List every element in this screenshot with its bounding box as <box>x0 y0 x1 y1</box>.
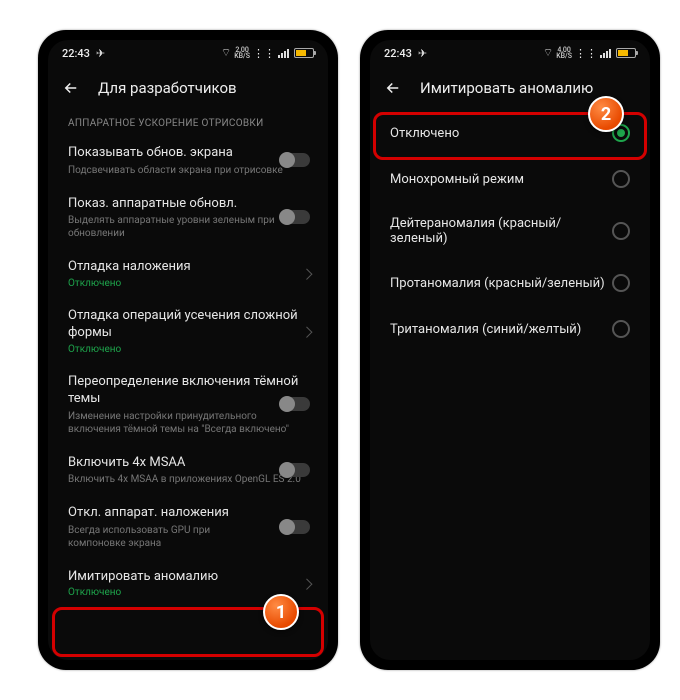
toggle-switch[interactable] <box>280 397 310 411</box>
setting-subtitle: Включить 4x MSAA в приложениях OpenGL ES… <box>68 473 308 486</box>
setting-title: Показывать обнов. экрана <box>68 144 308 162</box>
setting-title: Отладка наложения <box>68 258 308 276</box>
back-icon[interactable] <box>62 79 80 97</box>
setting-title: Включить 4x MSAA <box>68 454 308 472</box>
setting-dark-theme-override[interactable]: Переопределение включения тёмной темы Из… <box>48 364 328 445</box>
option-label: Протаномалия (красный/зеленый) <box>390 276 605 291</box>
option-label: Тританомалия (синий/желтый) <box>390 322 581 337</box>
option-label: Дейтераномалия (красный/зеленый) <box>390 216 612 246</box>
radio-icon <box>612 222 630 240</box>
battery-icon <box>616 48 636 58</box>
setting-debug-overdraw[interactable]: Отладка наложения Отключено <box>48 249 328 298</box>
status-time: 22:43 <box>62 47 90 60</box>
battery-icon <box>294 48 314 58</box>
radio-icon <box>612 274 630 292</box>
telegram-icon: ✈ <box>96 47 105 60</box>
app-bar: Для разработчиков <box>48 66 328 110</box>
option-deuteranomaly[interactable]: Дейтераномалия (красный/зеленый) <box>370 202 650 260</box>
wifi-icon: ⋮⋮ <box>253 47 275 60</box>
wifi-icon: ⋮⋮ <box>575 47 597 60</box>
setting-subtitle: Подсвечивать области экрана при отрисовк… <box>68 164 308 177</box>
screen-right: 22:43 ✈ ⌔ 4,00KB/S ⋮⋮ Имитировать аномал… <box>370 40 650 660</box>
option-tritanomaly[interactable]: Тританомалия (синий/желтый) <box>370 306 650 352</box>
annotation-marker-1: 1 <box>263 594 299 630</box>
radio-icon <box>612 320 630 338</box>
setting-show-hw-updates[interactable]: Показ. аппаратные обновл. Выделять аппар… <box>48 186 328 250</box>
setting-status: Отключено <box>68 344 308 355</box>
setting-subtitle: Всегда использовать GPU при компоновке э… <box>68 524 268 550</box>
status-bar: 22:43 ✈ ⌔ 4,00KB/S ⋮⋮ <box>370 40 650 66</box>
setting-title: Отладка операций усечения сложной формы <box>68 307 308 342</box>
setting-title: Показ. аппаратные обновл. <box>68 195 308 213</box>
signal-icon <box>278 48 289 58</box>
data-speed: 4,00KB/S <box>556 47 572 60</box>
telegram-icon: ✈ <box>418 47 427 60</box>
back-icon[interactable] <box>384 79 402 97</box>
annotation-marker-2: 2 <box>588 96 624 132</box>
setting-status: Отключено <box>68 278 308 289</box>
setting-debug-clip[interactable]: Отладка операций усечения сложной формы … <box>48 298 328 364</box>
setting-show-surface-updates[interactable]: Показывать обнов. экрана Подсвечивать об… <box>48 135 328 186</box>
screen-left: 22:43 ✈ ⌔ 2,00KB/S ⋮⋮ Для разработчиков … <box>48 40 328 660</box>
toggle-switch[interactable] <box>280 210 310 224</box>
page-title: Для разработчиков <box>98 79 237 97</box>
setting-subtitle: Изменение настройки принудительного вклю… <box>68 410 308 436</box>
data-speed: 2,00KB/S <box>234 47 250 60</box>
toggle-switch[interactable] <box>280 463 310 477</box>
section-header: АППАРАТНОЕ УСКОРЕНИЕ ОТРИСОВКИ <box>48 110 328 135</box>
setting-disable-hw-overlays[interactable]: Откл. аппарат. наложения Всегда использо… <box>48 495 328 559</box>
option-monochrome[interactable]: Монохромный режим <box>370 156 650 202</box>
option-label: Монохромный режим <box>390 172 524 187</box>
setting-title: Имитировать аномалию <box>68 568 308 586</box>
bluetooth-icon: ⌔ <box>221 46 231 60</box>
radio-icon <box>612 170 630 188</box>
setting-subtitle: Выделять аппаратные уровни зеленым при о… <box>68 214 308 240</box>
phone-left: 22:43 ✈ ⌔ 2,00KB/S ⋮⋮ Для разработчиков … <box>38 30 338 670</box>
status-time: 22:43 <box>384 47 412 60</box>
signal-icon <box>600 48 611 58</box>
setting-title: Откл. аппарат. наложения <box>68 504 308 522</box>
bluetooth-icon: ⌔ <box>543 46 553 60</box>
toggle-switch[interactable] <box>280 520 310 534</box>
option-protanomaly[interactable]: Протаномалия (красный/зеленый) <box>370 260 650 306</box>
setting-enable-4x-msaa[interactable]: Включить 4x MSAA Включить 4x MSAA в прил… <box>48 445 328 496</box>
page-title: Имитировать аномалию <box>420 79 593 97</box>
status-bar: 22:43 ✈ ⌔ 2,00KB/S ⋮⋮ <box>48 40 328 66</box>
setting-title: Переопределение включения тёмной темы <box>68 373 308 408</box>
option-label: Отключено <box>390 126 459 141</box>
toggle-switch[interactable] <box>280 153 310 167</box>
